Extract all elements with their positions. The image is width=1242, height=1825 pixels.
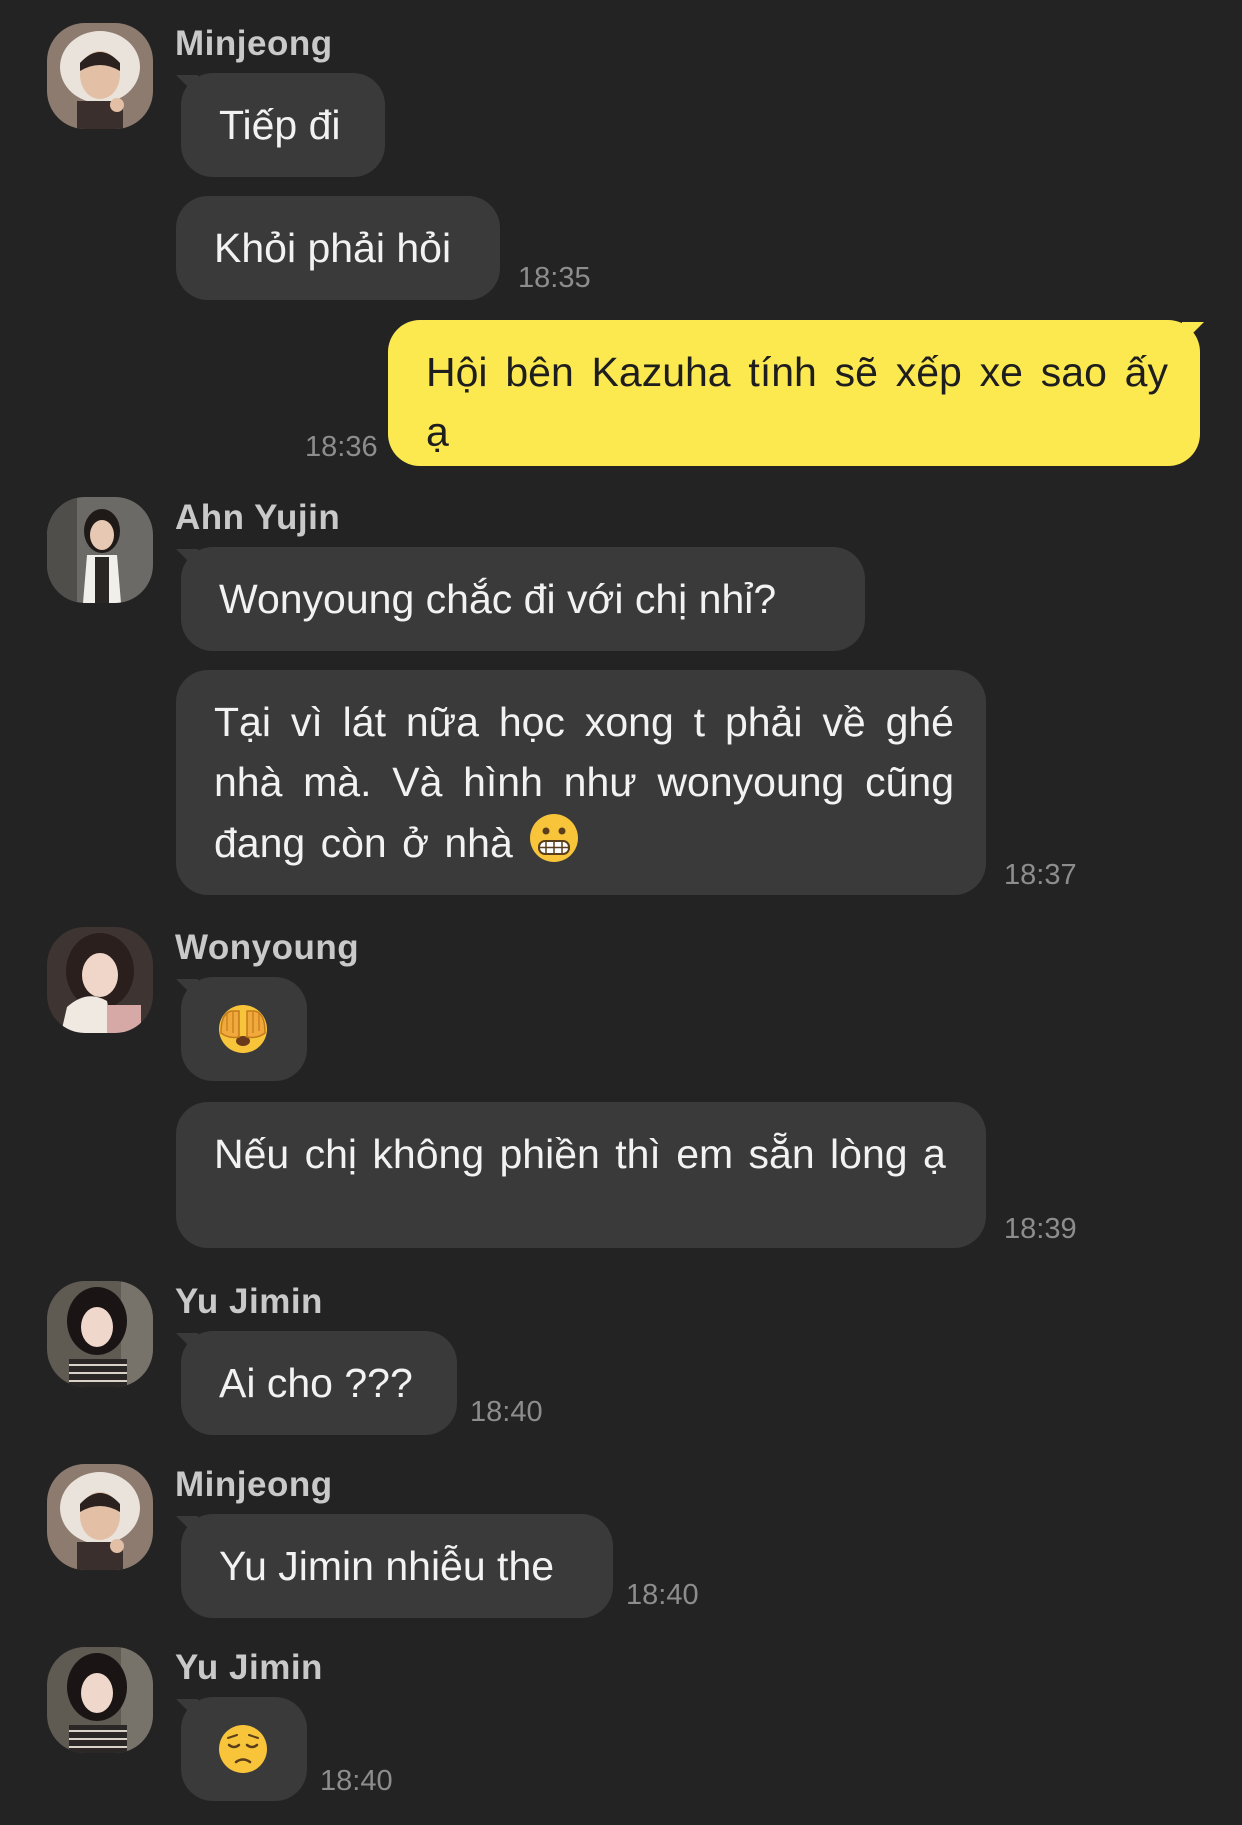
sender-name: Minjeong: [175, 1465, 333, 1504]
message-time: 18:37: [1004, 859, 1077, 891]
sender-name: Minjeong: [175, 24, 333, 63]
message-time: 18:40: [626, 1579, 699, 1611]
face-with-hands-over-eyes-emoji: [217, 1003, 269, 1071]
message-text: Tiếp đi: [219, 102, 341, 148]
avatar-jimin[interactable]: [47, 1647, 153, 1753]
message-time: 18:35: [518, 262, 591, 294]
sender-name: Yu Jimin: [175, 1282, 323, 1321]
avatar-photo: [47, 497, 153, 603]
message-text: Yu Jimin nhiễu the: [219, 1543, 555, 1589]
avatar-photo: [47, 23, 153, 129]
bubble-tail: [1182, 322, 1204, 344]
grimacing-face-emoji: [528, 812, 580, 880]
message-bubble[interactable]: Tại vì lát nữa học xong t phải về ghé nh…: [176, 670, 986, 895]
pensive-face-emoji: [217, 1723, 269, 1791]
message-text: Khỏi phải hỏi: [214, 225, 452, 271]
avatar-photo: [47, 1281, 153, 1387]
message-bubble[interactable]: Wonyoung chắc đi với chị nhỉ?: [181, 547, 865, 651]
message-time: 18:40: [470, 1396, 543, 1428]
message-time: 18:39: [1004, 1213, 1077, 1245]
avatar-photo: [47, 927, 153, 1033]
message-bubble[interactable]: Ai cho ???: [181, 1331, 457, 1435]
message-bubble[interactable]: Nếu chị không phiền thì em sẵn lòng ạ: [176, 1102, 986, 1248]
message-text: Ai cho ???: [219, 1360, 413, 1406]
my-message-bubble[interactable]: Hội bên Kazuha tính sẽ xếp xe sao ấy ạ: [388, 320, 1200, 466]
avatar-photo: [47, 1647, 153, 1753]
message-bubble[interactable]: [181, 977, 307, 1081]
message-time: 18:36: [305, 431, 378, 463]
message-text: Wonyoung chắc đi với chị nhỉ?: [219, 576, 777, 622]
avatar-photo: [47, 1464, 153, 1570]
avatar-yujin[interactable]: [47, 497, 153, 603]
avatar-jimin[interactable]: [47, 1281, 153, 1387]
message-text: Hội bên Kazuha tính sẽ xếp xe sao ấy ạ: [426, 349, 1168, 455]
avatar-minjeong[interactable]: [47, 1464, 153, 1570]
message-bubble[interactable]: Khỏi phải hỏi: [176, 196, 500, 300]
message-time: 18:40: [320, 1765, 393, 1797]
message-bubble[interactable]: Tiếp đi: [181, 73, 385, 177]
message-bubble[interactable]: Yu Jimin nhiễu the: [181, 1514, 613, 1618]
sender-name: Wonyoung: [175, 928, 360, 967]
avatar-wonyoung[interactable]: [47, 927, 153, 1033]
avatar-minjeong[interactable]: [47, 23, 153, 129]
message-text: Tại vì lát nữa học xong t phải về ghé nh…: [214, 699, 954, 866]
sender-name: Yu Jimin: [175, 1648, 323, 1687]
sender-name: Ahn Yujin: [175, 498, 341, 537]
message-text: Nếu chị không phiền thì em sẵn lòng ạ: [214, 1131, 946, 1177]
message-bubble[interactable]: [181, 1697, 307, 1801]
